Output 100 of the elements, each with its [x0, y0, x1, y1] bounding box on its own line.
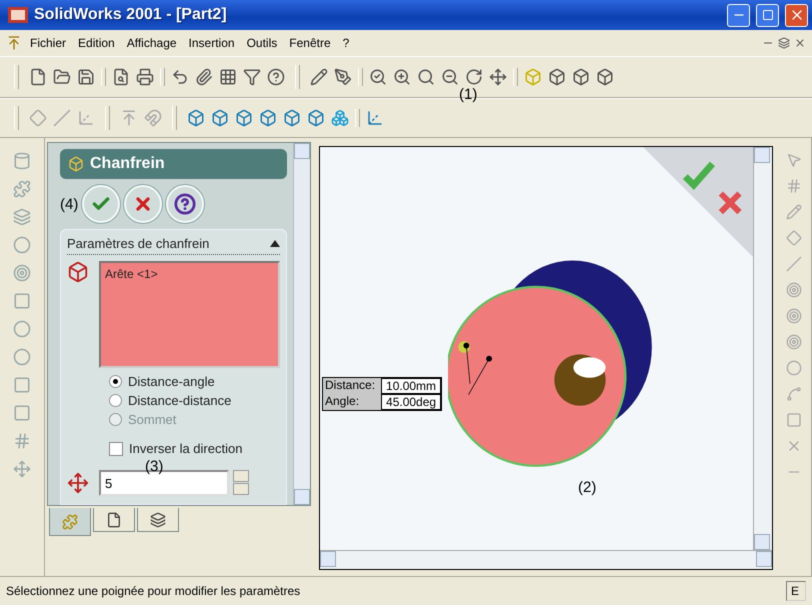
horizontal-scrollbar[interactable] [320, 550, 772, 569]
checkbox[interactable] [109, 442, 123, 456]
feature-tool-icon[interactable] [13, 460, 31, 478]
feature-tool-icon[interactable] [13, 236, 31, 254]
cube-icon[interactable] [259, 109, 277, 127]
spin-up-button[interactable] [233, 470, 249, 482]
zoom-in-icon[interactable] [393, 68, 411, 86]
help-icon [174, 193, 196, 215]
cancel-button[interactable] [124, 185, 162, 223]
cube-icon[interactable] [307, 109, 325, 127]
grid-icon[interactable] [219, 68, 237, 86]
feature-tool-icon[interactable] [13, 208, 31, 226]
pencil-icon[interactable] [310, 68, 328, 86]
dimension-value[interactable]: 45.00deg [381, 394, 442, 410]
cube-icon[interactable] [572, 68, 590, 86]
status-indicator: E [786, 581, 806, 601]
feature-tool-icon[interactable] [13, 320, 31, 338]
section-header[interactable]: Paramètres de chanfrein [67, 236, 280, 255]
rotate-icon[interactable] [465, 68, 483, 86]
scroll-up-button[interactable] [754, 147, 770, 163]
menu-item[interactable]: Insertion [184, 34, 239, 52]
folder-icon[interactable] [53, 68, 71, 86]
feature-tool-icon[interactable] [13, 264, 31, 282]
feature-tool-icon[interactable] [13, 292, 31, 310]
cube-icon[interactable] [283, 109, 301, 127]
axis-icon[interactable] [53, 109, 71, 127]
maximize-button[interactable] [756, 4, 779, 26]
print-preview-icon[interactable] [112, 68, 130, 86]
feature-tool-icon[interactable] [13, 152, 31, 170]
spline-icon[interactable] [786, 386, 802, 402]
pointer-icon[interactable] [786, 152, 802, 168]
close-icon[interactable] [794, 37, 806, 49]
menu-item[interactable]: Outils [242, 34, 282, 52]
rectangle-icon[interactable] [786, 412, 802, 428]
dimension-box[interactable]: Distance: 10.00mm Angle: 45.00deg [322, 377, 442, 411]
save-icon[interactable] [77, 68, 95, 86]
new-document-icon[interactable] [29, 68, 47, 86]
scrollbar[interactable] [293, 143, 310, 505]
status-message: Sélectionnez une poignée pour modifier les paramètres [6, 584, 302, 598]
radio-option[interactable]: Distance-distance [109, 393, 280, 408]
coordinate-icon[interactable] [77, 109, 95, 127]
panel-tab[interactable] [137, 508, 179, 532]
feature-tool-icon[interactable] [13, 432, 31, 450]
cube-icon[interactable] [235, 109, 253, 127]
dimension-value[interactable]: 10.00mm [381, 378, 442, 394]
radio-option[interactable]: Distance-angle [109, 374, 280, 389]
menu-item[interactable]: Fichier [26, 34, 70, 52]
configuration-icon [150, 512, 166, 528]
line-icon[interactable] [786, 256, 802, 272]
printer-icon[interactable] [136, 68, 154, 86]
paperclip-icon[interactable] [195, 68, 213, 86]
app-logo [8, 7, 28, 23]
zoom-out-icon[interactable] [441, 68, 459, 86]
confirm-corner-drawing[interactable] [643, 147, 753, 257]
undo-icon[interactable] [171, 68, 189, 86]
panel-tab[interactable] [93, 508, 135, 532]
minimize-button[interactable] [727, 4, 750, 26]
scroll-up-button[interactable] [294, 143, 310, 159]
magnet-icon[interactable] [144, 109, 162, 127]
checkbox-option[interactable]: Inverser la direction [109, 441, 280, 456]
plane-icon[interactable] [29, 109, 47, 127]
pan-icon[interactable] [489, 68, 507, 86]
cube-icon[interactable] [596, 68, 614, 86]
graphics-viewport[interactable]: Distance: 10.00mm Angle: 45.00deg (2) [319, 146, 773, 570]
shaded-cube-icon[interactable] [331, 109, 349, 127]
vertical-scrollbar[interactable] [753, 147, 772, 550]
ok-button[interactable] [82, 185, 120, 223]
scroll-left-button[interactable] [320, 551, 336, 567]
radio-button[interactable] [109, 375, 122, 388]
scroll-down-button[interactable] [294, 489, 310, 505]
filter-icon[interactable] [243, 68, 261, 86]
list-item[interactable]: Arête <1> [105, 267, 274, 281]
menu-item[interactable]: Fenêtre [285, 34, 335, 52]
feature-tool-icon[interactable] [13, 180, 31, 198]
cube-icon[interactable] [187, 109, 205, 127]
callout-label: (4) [60, 196, 78, 212]
cube-icon[interactable] [211, 109, 229, 127]
menu-item[interactable]: ? [338, 34, 354, 52]
axes-icon[interactable] [366, 109, 384, 127]
zoom-fit-icon[interactable] [369, 68, 387, 86]
menu-item[interactable]: Affichage [122, 34, 181, 52]
scroll-down-button[interactable] [754, 534, 770, 550]
help-icon[interactable] [267, 68, 285, 86]
spin-down-button[interactable] [233, 483, 249, 495]
menu-item[interactable]: Edition [74, 34, 119, 52]
scroll-right-button[interactable] [756, 551, 772, 567]
feature-tool-icon[interactable] [13, 348, 31, 366]
selection-list[interactable]: Arête <1> [99, 261, 280, 368]
feature-tool-icon[interactable] [13, 376, 31, 394]
cube-icon[interactable] [548, 68, 566, 86]
close-button[interactable] [785, 4, 808, 26]
pen-icon[interactable] [334, 68, 352, 86]
feature-tool-icon[interactable] [13, 404, 31, 422]
edge-cube-icon [67, 261, 89, 283]
diamond-icon[interactable] [786, 230, 802, 246]
radio-button[interactable] [109, 394, 122, 407]
feature-tree-icon [62, 514, 78, 530]
dimension-label: Distance: [324, 378, 376, 394]
help-button[interactable] [166, 185, 204, 223]
zoom-area-icon[interactable] [417, 68, 435, 86]
